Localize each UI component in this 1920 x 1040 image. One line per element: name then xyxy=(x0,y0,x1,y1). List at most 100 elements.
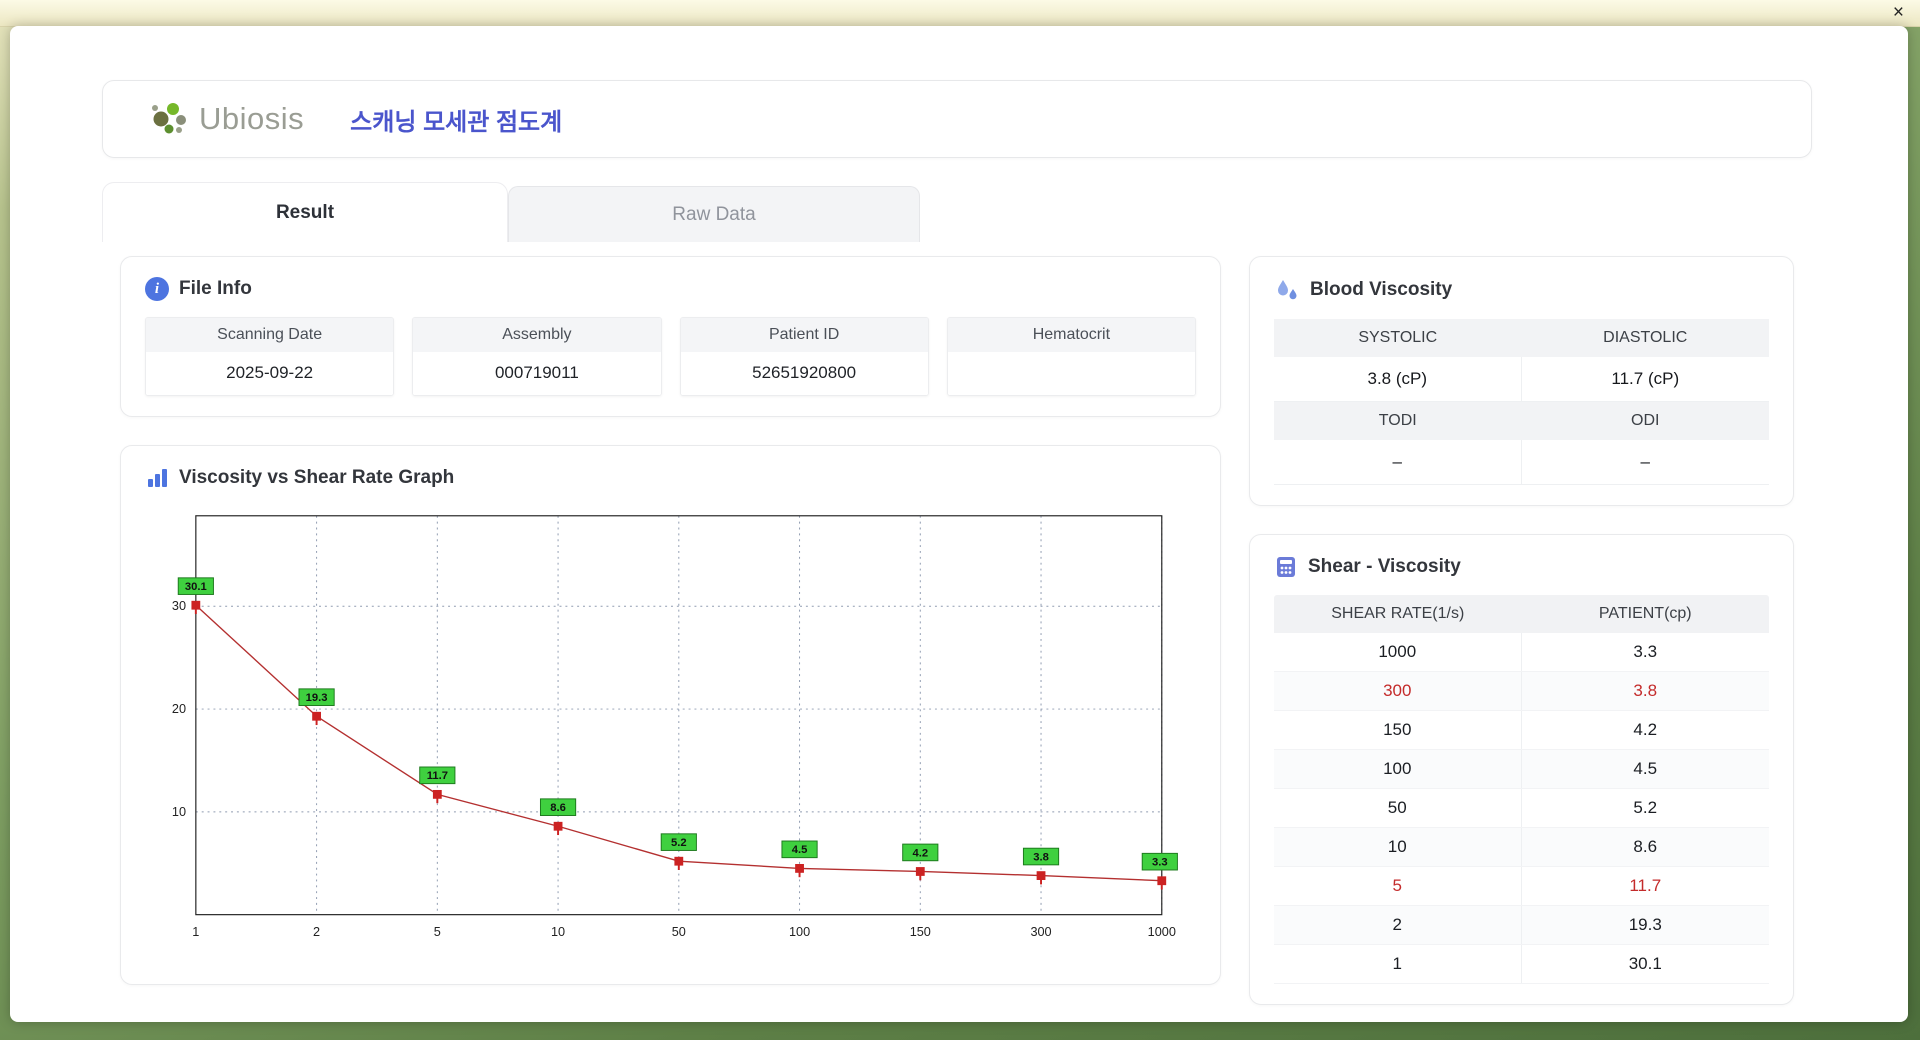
shear-table-header: SHEAR RATE(1/s) PATIENT(cp) xyxy=(1274,595,1769,633)
table-row: 300 3.8 xyxy=(1274,672,1769,711)
svg-text:3.8: 3.8 xyxy=(1033,851,1049,863)
tab-bar: Result Raw Data xyxy=(102,182,1812,242)
svg-text:50: 50 xyxy=(672,925,686,939)
left-column: i File Info Scanning Date 2025-09-22 Assem… xyxy=(120,256,1221,1005)
table-row: 1000 3.3 xyxy=(1274,633,1769,672)
svg-text:5: 5 xyxy=(434,925,441,939)
file-info-title-row: i File Info xyxy=(145,277,1196,301)
svg-text:8.6: 8.6 xyxy=(550,802,566,814)
patient-viscosity-cell: 4.2 xyxy=(1633,720,1658,739)
bv-metric-value: 3.8 (cP) xyxy=(1274,357,1522,402)
close-button[interactable]: × xyxy=(1893,1,1904,25)
patient-viscosity-cell: 30.1 xyxy=(1628,954,1662,973)
field-value: 52651920800 xyxy=(680,352,928,395)
field-label: Patient ID xyxy=(680,318,928,352)
blood-viscosity-grid: SYSTOLIC DIASTOLIC 3.8 (cP) 11.7 (cP) TODI OD… xyxy=(1274,319,1769,485)
bv-metric-label: DIASTOLIC xyxy=(1521,319,1769,357)
file-info-fields: Scanning Date 2025-09-22 Assembly 000719011… xyxy=(145,317,1196,396)
shear-viscosity-title-row: Shear - Viscosity xyxy=(1274,555,1769,579)
shear-viscosity-card: Shear - Viscosity SHEAR RATE(1/s) PATIEN… xyxy=(1249,534,1794,1005)
patient-viscosity-cell: 19.3 xyxy=(1628,915,1662,934)
blood-viscosity-card: Blood Viscosity SYSTOLIC DIASTOLIC 3.8 (cP… xyxy=(1249,256,1794,506)
shear-rate-cell: 10 xyxy=(1274,828,1522,866)
table-row: 100 4.5 xyxy=(1274,750,1769,789)
graph-title: Viscosity vs Shear Rate Graph xyxy=(179,467,455,488)
bv-metric-label: TODI xyxy=(1274,402,1522,440)
shear-rate-cell: 100 xyxy=(1274,750,1522,788)
table-row: 2 19.3 xyxy=(1274,906,1769,945)
info-icon: i xyxy=(145,277,169,301)
bv-metric-value: 11.7 (cP) xyxy=(1521,357,1769,402)
chart-svg: 10 20 30 30.1 19.3 11.7 8.6 5.2 4.5 4.2 3.8 3.3 1 2 5 1… xyxy=(172,515,1178,939)
tab-raw-data[interactable]: Raw Data xyxy=(508,186,920,242)
right-column: Blood Viscosity SYSTOLIC DIASTOLIC 3.8 (cP… xyxy=(1249,256,1794,1005)
shear-rate-cell: 150 xyxy=(1274,711,1522,749)
svg-text:300: 300 xyxy=(1030,925,1051,939)
file-info-field: Hematocrit xyxy=(946,317,1196,396)
svg-text:5.2: 5.2 xyxy=(671,837,687,849)
viscosity-chart: 10 20 30 30.1 19.3 11.7 8.6 5.2 4.5 4.2 3.8 3.3 1 2 5 1… xyxy=(145,506,1196,964)
calculator-icon xyxy=(1277,557,1295,577)
field-label: Hematocrit xyxy=(947,318,1195,352)
file-info-title: File Info xyxy=(179,278,252,299)
svg-text:10: 10 xyxy=(172,805,186,819)
graph-card: Viscosity vs Shear Rate Graph 10 20 30 30.1… xyxy=(120,445,1221,985)
file-info-field: Scanning Date 2025-09-22 xyxy=(145,317,395,396)
svg-text:10: 10 xyxy=(551,925,565,939)
svg-text:4.2: 4.2 xyxy=(912,847,928,859)
table-row: 50 5.2 xyxy=(1274,789,1769,828)
bar-chart-icon xyxy=(148,469,167,487)
shear-rate-cell: 2 xyxy=(1274,906,1522,944)
svg-text:30: 30 xyxy=(172,599,186,613)
shear-rate-cell: 5 xyxy=(1274,867,1522,905)
svg-text:1: 1 xyxy=(192,925,199,939)
tab-result[interactable]: Result xyxy=(102,182,508,242)
svg-text:4.5: 4.5 xyxy=(792,844,808,856)
svg-text:30.1: 30.1 xyxy=(185,581,207,593)
shear-viscosity-table: SHEAR RATE(1/s) PATIENT(cp) 1000 3.3 300 3.… xyxy=(1274,595,1769,984)
brand-name: Ubiosis xyxy=(199,101,305,136)
svg-text:19.3: 19.3 xyxy=(306,692,328,704)
patient-column-header: PATIENT(cp) xyxy=(1598,605,1692,622)
svg-text:20: 20 xyxy=(172,702,186,716)
bv-metric-label: SYSTOLIC xyxy=(1274,319,1522,357)
table-row: 150 4.2 xyxy=(1274,711,1769,750)
shear-rate-cell: 1000 xyxy=(1274,633,1522,671)
file-info-field: Patient ID 52651920800 xyxy=(679,317,929,396)
field-value: 2025-09-22 xyxy=(146,352,394,395)
svg-text:1000: 1000 xyxy=(1148,925,1176,939)
brand-logo: Ubiosis xyxy=(147,98,304,140)
header-card: Ubiosis 스캐닝 모세관 점도계 xyxy=(102,80,1812,158)
blood-viscosity-title-row: Blood Viscosity xyxy=(1274,277,1769,303)
svg-text:150: 150 xyxy=(910,925,931,939)
screen: × Ubiosis 스캐닝 모세관 점도계 Result Raw Data i … xyxy=(0,0,1920,1040)
file-info-field: Assembly 000719011 xyxy=(412,317,662,396)
shear-rate-column-header: SHEAR RATE(1/s) xyxy=(1331,605,1465,622)
shear-rate-cell: 50 xyxy=(1274,789,1522,827)
svg-text:3.3: 3.3 xyxy=(1152,857,1168,869)
content-area: i File Info Scanning Date 2025-09-22 Assem… xyxy=(102,242,1812,1005)
shear-table-body: 1000 3.3 300 3.8 150 4.2 100 4.5 50 5.2 10 8.6 5 11.7… xyxy=(1274,633,1769,984)
bv-metric-value: – xyxy=(1521,440,1769,485)
table-row: 10 8.6 xyxy=(1274,828,1769,867)
shear-rate-cell: 300 xyxy=(1274,672,1522,710)
field-label: Assembly xyxy=(413,318,661,352)
table-row: 1 30.1 xyxy=(1274,945,1769,984)
field-label: Scanning Date xyxy=(146,318,394,352)
file-info-card: i File Info Scanning Date 2025-09-22 Assem… xyxy=(120,256,1221,417)
svg-text:11.7: 11.7 xyxy=(427,770,448,782)
field-value xyxy=(947,352,1195,395)
app-window: Ubiosis 스캐닝 모세관 점도계 Result Raw Data i Fi… xyxy=(10,26,1908,1022)
patient-viscosity-cell: 5.2 xyxy=(1633,798,1658,817)
patient-viscosity-cell: 3.3 xyxy=(1633,642,1658,661)
water-drops-icon xyxy=(1278,280,1297,300)
graph-title-row: Viscosity vs Shear Rate Graph xyxy=(145,466,1196,490)
field-value: 000719011 xyxy=(413,352,661,395)
patient-viscosity-cell: 4.5 xyxy=(1633,759,1658,778)
blood-viscosity-title: Blood Viscosity xyxy=(1310,279,1453,300)
shear-viscosity-title: Shear - Viscosity xyxy=(1308,556,1461,577)
bv-metric-label: ODI xyxy=(1521,402,1769,440)
patient-viscosity-cell: 3.8 xyxy=(1633,681,1658,700)
svg-text:2: 2 xyxy=(313,925,320,939)
svg-text:100: 100 xyxy=(789,925,810,939)
